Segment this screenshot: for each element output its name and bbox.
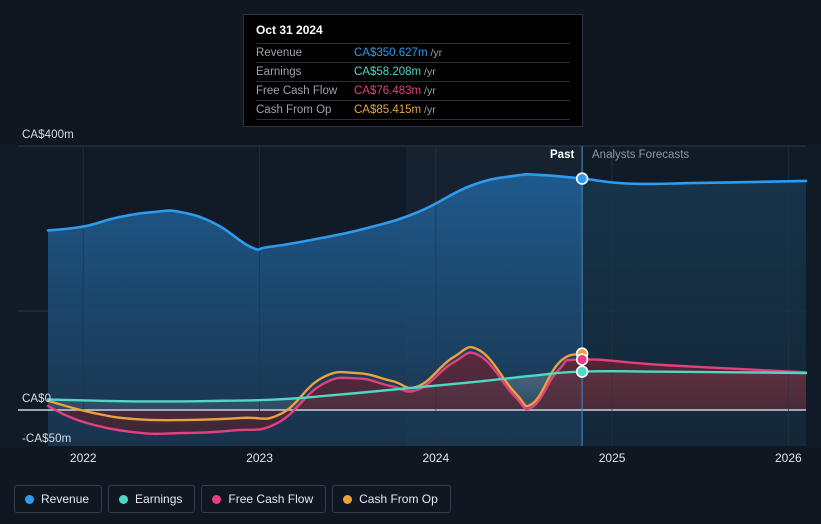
tooltip-row: Cash From Op CA$85.415m /yr xyxy=(256,100,570,120)
tooltip-series-name: Cash From Op xyxy=(256,100,354,120)
legend-item-free-cash-flow[interactable]: Free Cash Flow xyxy=(201,485,327,513)
x-axis-label-2024: 2024 xyxy=(422,451,450,465)
legend-label: Earnings xyxy=(135,492,183,506)
x-axis-label-2023: 2023 xyxy=(246,451,273,465)
legend-swatch-icon xyxy=(119,494,129,504)
x-axis-label-2022: 2022 xyxy=(69,451,97,465)
legend-item-revenue[interactable]: Revenue xyxy=(14,485,103,513)
legend-label: Revenue xyxy=(41,492,90,506)
data-tooltip: Oct 31 2024 Revenue CA$350.627m /yr Earnin… xyxy=(243,14,583,127)
y-axis-label-zero: CA$0 xyxy=(22,393,52,405)
legend-item-cash-from-op[interactable]: Cash From Op xyxy=(332,485,451,513)
tooltip-row: Revenue CA$350.627m /yr xyxy=(256,43,570,63)
period-label-past: Past xyxy=(550,149,575,161)
legend-item-earnings[interactable]: Earnings xyxy=(108,485,196,513)
legend-swatch-icon xyxy=(343,494,353,504)
tooltip-series-value: CA$76.483m /yr xyxy=(354,81,570,101)
legend-swatch-icon xyxy=(212,494,222,504)
y-axis-label-neg50m: -CA$50m xyxy=(22,433,72,445)
legend-label: Free Cash Flow xyxy=(228,492,314,506)
legend-label: Cash From Op xyxy=(359,492,438,506)
marker-earnings xyxy=(577,366,587,377)
tooltip-row: Earnings CA$58.208m /yr xyxy=(256,62,570,82)
marker-free-cash-flow xyxy=(577,354,587,365)
tooltip-row: Free Cash Flow CA$76.483m /yr xyxy=(256,81,570,101)
tooltip-series-value: CA$58.208m /yr xyxy=(354,62,570,82)
y-axis-label-400m: CA$400m xyxy=(22,129,74,141)
tooltip-date: Oct 31 2024 xyxy=(256,23,323,37)
x-axis-label-2025: 2025 xyxy=(598,451,626,465)
tooltip-table: Revenue CA$350.627m /yr Earnings CA$58.208m… xyxy=(256,43,570,120)
tooltip-series-name: Free Cash Flow xyxy=(256,81,354,101)
tooltip-series-value: CA$350.627m /yr xyxy=(354,43,570,63)
chart-widget: CA$400m CA$0 -CA$50m 2022 2023 2024 2025 202… xyxy=(0,0,821,524)
tooltip-series-name: Revenue xyxy=(256,43,354,63)
chart-legend[interactable]: Revenue Earnings Free Cash Flow Cash From O… xyxy=(14,485,451,513)
period-label-forecast: Analysts Forecasts xyxy=(592,149,690,161)
x-axis-label-2026: 2026 xyxy=(775,451,802,465)
tooltip-series-name: Earnings xyxy=(256,62,354,82)
marker-revenue xyxy=(577,173,587,184)
legend-swatch-icon xyxy=(25,494,34,504)
tooltip-series-value: CA$85.415m /yr xyxy=(354,100,570,120)
